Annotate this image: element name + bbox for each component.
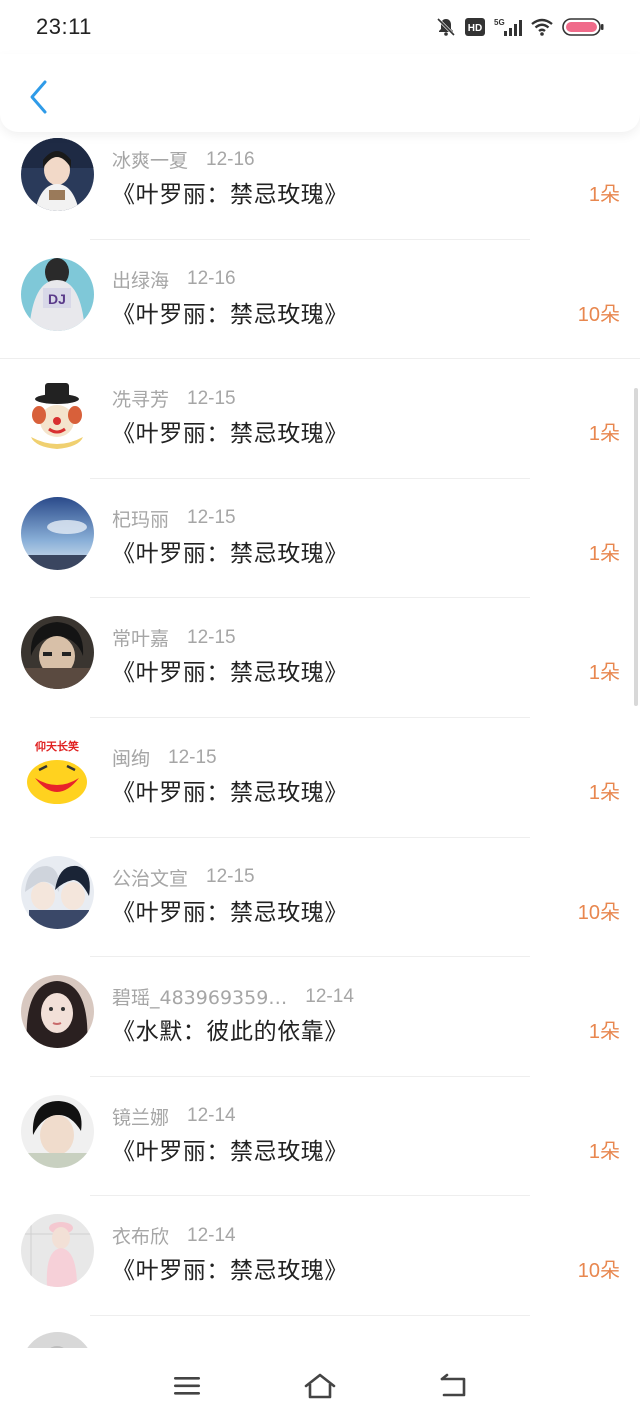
- user-name: 冼寻芳: [112, 389, 170, 412]
- home-icon: [304, 1373, 336, 1398]
- scrollbar[interactable]: [634, 388, 638, 706]
- date: 12-15: [168, 746, 217, 768]
- screen: 23:11 HD 5G 冰爽一夏 12-16 《叶罗丽：禁忌玫瑰》 1朵 DJ …: [0, 0, 640, 1423]
- list-item[interactable]: 仰天长笑 闽绚 12-15 《叶罗丽：禁忌玫瑰》 1朵: [0, 718, 640, 838]
- avatar[interactable]: [21, 377, 94, 451]
- date: 12-15: [206, 866, 255, 888]
- back-button[interactable]: [18, 74, 58, 120]
- book-title[interactable]: 《叶罗丽：禁忌玫瑰》: [112, 653, 348, 687]
- avatar[interactable]: [21, 855, 94, 929]
- meta: 常叶嘉 12-15: [112, 624, 236, 651]
- list-item[interactable]: 公治文宣 12-15 《叶罗丽：禁忌玫瑰》 10朵: [0, 838, 640, 958]
- back-icon: [441, 1373, 466, 1396]
- status-bar: 23:11 HD 5G: [0, 0, 640, 54]
- date: 12-15: [187, 626, 236, 648]
- meta: 公治文宣 12-15: [112, 864, 255, 891]
- gift-count: 1朵: [588, 184, 620, 206]
- chevron-left-icon: [30, 80, 47, 114]
- date: 12-14: [187, 1224, 236, 1246]
- status-icons: HD 5G: [436, 17, 604, 37]
- svg-text:DJ: DJ: [48, 291, 66, 307]
- home-button[interactable]: [290, 1356, 350, 1416]
- avatar[interactable]: [21, 616, 94, 690]
- meta: 出绿海 12-16: [112, 266, 236, 293]
- gift-count: 10朵: [577, 901, 620, 924]
- book-title[interactable]: 《水默：彼此的依靠》: [112, 1012, 348, 1046]
- avatar[interactable]: [21, 138, 94, 211]
- date: 12-15: [187, 387, 236, 409]
- meta: 衣布欣 12-14: [112, 1222, 236, 1249]
- menu-icon: [173, 1376, 200, 1395]
- gift-count: 10朵: [577, 303, 620, 326]
- list-item[interactable]: 常叶嘉 12-15 《叶罗丽：禁忌玫瑰》 1朵: [0, 598, 640, 718]
- list-item[interactable]: 冰爽一夏 12-16 《叶罗丽：禁忌玫瑰》 1朵: [0, 120, 640, 240]
- book-title[interactable]: 《叶罗丽：禁忌玫瑰》: [112, 295, 348, 329]
- meta: 杞玛丽 12-15: [112, 505, 236, 532]
- avatar[interactable]: [21, 1094, 94, 1168]
- date: 12-14: [305, 985, 354, 1007]
- avatar[interactable]: 仰天长笑: [21, 736, 94, 809]
- meta: 冰爽一夏 12-16: [112, 146, 255, 173]
- system-nav-bar: [0, 1348, 640, 1423]
- menu-button[interactable]: [157, 1356, 217, 1416]
- book-title[interactable]: 《叶罗丽：禁忌玫瑰》: [112, 773, 348, 807]
- user-name: 衣布欣: [112, 1226, 170, 1249]
- gift-count: 10朵: [577, 1260, 620, 1283]
- user-name: 镜兰娜: [112, 1106, 170, 1129]
- book-title[interactable]: 《叶罗丽：禁忌玫瑰》: [112, 893, 348, 927]
- meta: 冼寻芳 12-15: [112, 385, 236, 412]
- list-item[interactable]: 杞玛丽 12-15 《叶罗丽：禁忌玫瑰》 1朵: [0, 479, 640, 599]
- user-name: 常叶嘉: [112, 628, 170, 651]
- meta: 镜兰娜 12-14: [112, 1103, 236, 1130]
- gift-count: 1朵: [588, 423, 620, 446]
- book-title[interactable]: 《叶罗丽：禁忌玫瑰》: [112, 534, 348, 568]
- gift-count: 1朵: [588, 1140, 620, 1163]
- date: 12-16: [187, 268, 236, 290]
- back-nav-button[interactable]: [423, 1356, 483, 1416]
- signal-icon: 5G: [494, 18, 522, 36]
- list-item[interactable]: 碧瑶_483969359… 12-14 《水默：彼此的依靠》 1朵: [0, 957, 640, 1077]
- avatar[interactable]: [21, 1214, 94, 1288]
- book-title[interactable]: 《叶罗丽：禁忌玫瑰》: [112, 1251, 348, 1285]
- book-title[interactable]: 《叶罗丽：禁忌玫瑰》: [112, 414, 348, 448]
- mute-bell-icon: [436, 17, 456, 37]
- date: 12-15: [187, 507, 236, 529]
- user-name: 杞玛丽: [112, 508, 170, 531]
- date: 12-14: [187, 1105, 236, 1127]
- user-name: 冰爽一夏: [112, 150, 189, 172]
- gift-count: 1朵: [588, 782, 620, 804]
- user-name: 公治文宣: [112, 867, 189, 890]
- list-item[interactable]: [0, 1316, 640, 1350]
- user-name: 闽绚: [112, 748, 151, 770]
- user-name: 出绿海: [112, 269, 170, 292]
- hd-label: HD: [468, 23, 482, 34]
- meta: 碧瑶_483969359… 12-14: [112, 983, 354, 1010]
- meta: 闽绚 12-15: [112, 744, 217, 771]
- status-time: 23:11: [36, 14, 92, 39]
- gift-count: 1朵: [588, 542, 620, 565]
- avatar[interactable]: DJ: [21, 257, 94, 331]
- gift-count: 1朵: [588, 662, 620, 685]
- list-item[interactable]: 冼寻芳 12-15 《叶罗丽：禁忌玫瑰》 1朵: [0, 359, 640, 479]
- avatar-badge-text: 仰天长笑: [35, 739, 79, 753]
- hd-badge-icon: HD: [465, 18, 485, 36]
- gift-count: 1朵: [588, 1021, 620, 1044]
- wifi-icon: [531, 18, 553, 36]
- avatar[interactable]: [21, 496, 94, 570]
- user-name: 碧瑶_483969359…: [112, 987, 288, 1010]
- signal-label: 5G: [494, 18, 505, 27]
- list-item[interactable]: 镜兰娜 12-14 《叶罗丽：禁忌玫瑰》 1朵: [0, 1077, 640, 1197]
- nav-bar: [0, 54, 640, 132]
- date: 12-16: [206, 148, 255, 170]
- avatar[interactable]: [21, 975, 94, 1049]
- book-title[interactable]: 《叶罗丽：禁忌玫瑰》: [112, 1132, 348, 1166]
- list-item[interactable]: DJ 出绿海 12-16 《叶罗丽：禁忌玫瑰》 10朵: [0, 240, 640, 360]
- battery-icon: [562, 18, 604, 36]
- book-title[interactable]: 《叶罗丽：禁忌玫瑰》: [112, 175, 348, 209]
- list-item[interactable]: 衣布欣 12-14 《叶罗丽：禁忌玫瑰》 10朵: [0, 1196, 640, 1316]
- gift-list: 冰爽一夏 12-16 《叶罗丽：禁忌玫瑰》 1朵 DJ 出绿海 12-16 《叶…: [0, 120, 640, 1350]
